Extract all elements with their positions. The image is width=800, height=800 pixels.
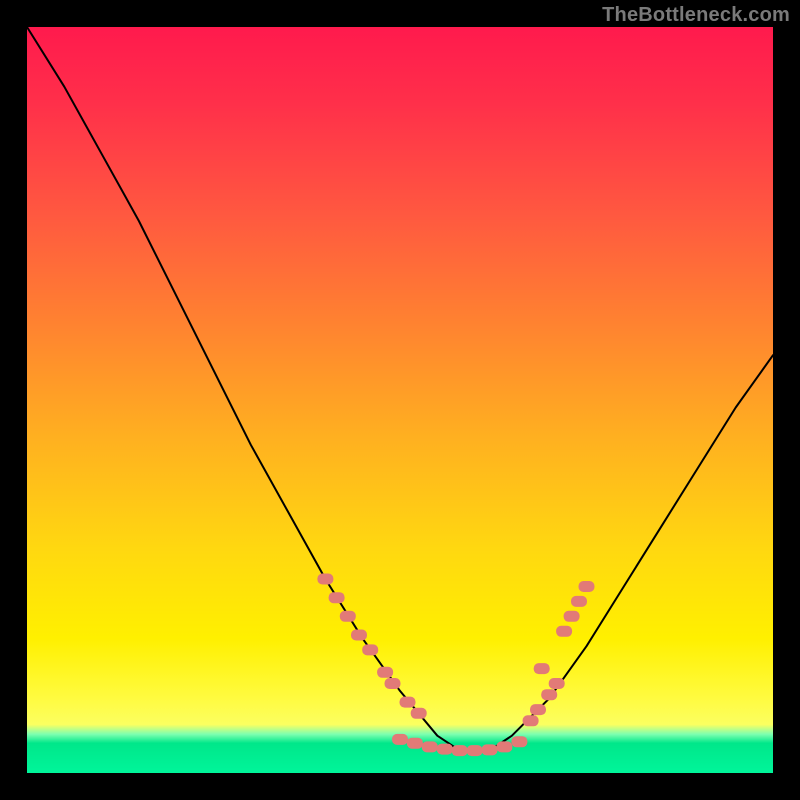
- scatter-points: [317, 574, 594, 757]
- scatter-point: [467, 745, 483, 756]
- scatter-point: [523, 715, 539, 726]
- scatter-point: [564, 611, 580, 622]
- scatter-point: [482, 744, 498, 755]
- scatter-point: [452, 745, 468, 756]
- scatter-point: [511, 736, 527, 747]
- scatter-point: [579, 581, 595, 592]
- scatter-point: [422, 741, 438, 752]
- scatter-point: [400, 697, 416, 708]
- scatter-point: [571, 596, 587, 607]
- scatter-point: [329, 592, 345, 603]
- chart-svg: [27, 27, 773, 773]
- scatter-point: [496, 741, 512, 752]
- scatter-point: [317, 574, 333, 585]
- scatter-point: [411, 708, 427, 719]
- scatter-point: [437, 744, 453, 755]
- scatter-point: [377, 667, 393, 678]
- scatter-point: [351, 630, 367, 641]
- scatter-point: [407, 738, 423, 749]
- watermark-text: TheBottleneck.com: [602, 4, 790, 27]
- scatter-point: [340, 611, 356, 622]
- bottleneck-curve: [27, 27, 773, 751]
- scatter-point: [530, 704, 546, 715]
- scatter-point: [534, 663, 550, 674]
- scatter-point: [392, 734, 408, 745]
- scatter-point: [362, 644, 378, 655]
- scatter-point: [385, 678, 401, 689]
- scatter-point: [556, 626, 572, 637]
- scatter-point: [549, 678, 565, 689]
- chart-frame: TheBottleneck.com: [0, 0, 800, 800]
- scatter-point: [541, 689, 557, 700]
- curve-path: [27, 27, 773, 751]
